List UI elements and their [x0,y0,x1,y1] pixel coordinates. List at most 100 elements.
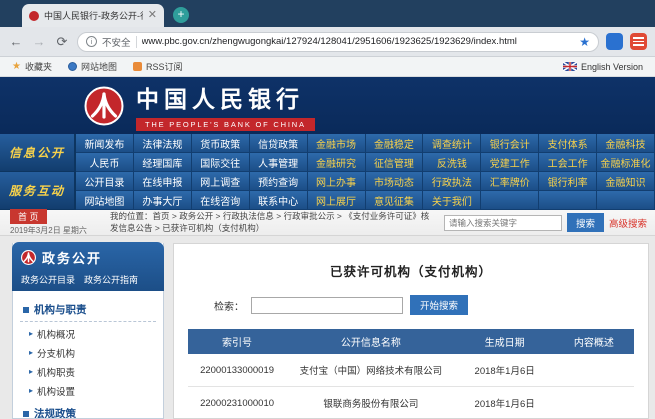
date-cell: 2018年1月6日 [456,387,554,419]
nav-item[interactable]: 银行利率 [539,172,597,191]
nav-item[interactable]: 人事管理 [250,153,308,172]
sidebar-link[interactable]: ▸分支机构 [13,343,163,362]
table-row: 22000133000019支付宝（中国）网络技术有限公司2018年1月6日 [188,354,634,387]
nav-item[interactable]: 人民币 [76,153,134,172]
sidebar-group-heading: 机构与职责 [20,299,156,322]
retrieve-label: 检索： [214,298,244,313]
nav-item[interactable]: 预约查询 [250,172,308,191]
table-header-row: 索引号公开信息名称生成日期内容概述 [188,329,634,354]
main-panel: 已获许可机构（支付机构） 检索： 开始搜索 索引号公开信息名称生成日期内容概述 … [173,243,649,419]
site-name-cn: 中国人民银行 [136,80,315,114]
sidebar-link-catalog[interactable]: 政务公开目录 [21,273,75,286]
date-cell: 2018年1月6日 [456,354,554,387]
browser-tab[interactable]: 中国人民银行-政务公开-行政执法 ✕ [22,4,164,27]
reload-icon[interactable]: ⟳ [54,34,70,50]
nav-item[interactable]: 金融市场 [308,134,366,153]
site-header: 中国人民银行 THE PEOPLE'S BANK OF CHINA [0,77,655,134]
nav-item[interactable]: 金融科技 [597,134,655,153]
nav-item[interactable]: 经理国库 [134,153,192,172]
browser-menu-icon[interactable] [630,33,647,50]
nav-item[interactable]: 联系中心 [250,191,308,210]
nav-item[interactable]: 在线申报 [134,172,192,191]
nav-item[interactable]: 行政执法 [423,172,481,191]
english-version-link[interactable]: English Version [563,62,643,72]
nav-item[interactable]: 党建工作 [481,153,539,172]
nav-item[interactable]: 国际交往 [192,153,250,172]
site-name-block: 中国人民银行 THE PEOPLE'S BANK OF CHINA [136,80,315,132]
nav-grid: 信息公开新闻发布法律法规货币政策信贷政策金融市场金融稳定调查统计银行会计支付体系… [0,134,655,210]
section-bullet-icon [23,411,29,417]
url-text[interactable]: www.pbc.gov.cn/zhengwugongkai/127924/128… [142,36,575,47]
sidebar-header: 政务公开 政务公开目录 政务公开指南 [12,242,164,291]
new-tab-button[interactable]: + [173,7,189,23]
bookmark-label: RSS订阅 [146,60,183,73]
table-body: 22000133000019支付宝（中国）网络技术有限公司2018年1月6日22… [188,354,634,419]
bookmark-item[interactable]: RSS订阅 [133,60,183,73]
advanced-search-link[interactable]: 高级搜索 [609,216,647,230]
info-name-cell[interactable]: 银联商务股份有限公司 [286,387,455,419]
forward-icon[interactable]: → [31,34,47,49]
nav-item[interactable]: 银行会计 [481,134,539,153]
bookmark-star-icon[interactable]: ★ [579,35,590,49]
bookmark-item[interactable]: 网站地图 [68,60,117,73]
info-name-cell[interactable]: 支付宝（中国）网络技术有限公司 [286,354,455,387]
section-bullet-icon [23,307,29,313]
nav-item[interactable]: 关于我们 [423,191,481,210]
summary-cell [554,354,634,387]
nav-item[interactable]: 网上办事 [308,172,366,191]
search-input[interactable] [444,215,562,231]
bookmarks-bar: ★收藏夹 网站地图 RSS订阅 English Version [0,57,655,77]
star-icon: ★ [12,62,21,72]
nav-item[interactable]: 金融研究 [308,153,366,172]
column-header: 公开信息名称 [286,329,455,354]
pbc-emblem-small-icon [21,250,36,265]
nav-item[interactable]: 征信管理 [366,153,424,172]
info-icon[interactable]: i [86,36,97,47]
nav-item[interactable]: 公开目录 [76,172,134,191]
nav-item[interactable]: 在线咨询 [192,191,250,210]
nav-item[interactable]: 金融知识 [597,172,655,191]
nav-item[interactable]: 网站地图 [76,191,134,210]
nav-item[interactable]: 汇率牌价 [481,172,539,191]
tab-close-icon[interactable]: ✕ [148,10,157,21]
nav-item[interactable]: 信贷政策 [250,134,308,153]
index-number-cell: 22000133000019 [188,354,286,387]
sidebar-link[interactable]: ▸机构概况 [13,324,163,343]
sidebar-link[interactable]: ▸机构设置 [13,381,163,400]
rss-icon [133,62,142,71]
nav-item[interactable]: 支付体系 [539,134,597,153]
nav-item[interactable]: 调查统计 [423,134,481,153]
extension-icon[interactable] [606,33,623,50]
nav-item[interactable]: 货币政策 [192,134,250,153]
nav-item[interactable]: 网上展厅 [308,191,366,210]
retrieve-button[interactable]: 开始搜索 [410,295,468,315]
breadcrumb-bar: 首 页 2019年3月2日 星期六 我的位置：首页 > 政务公开 > 行政执法信… [0,210,655,236]
home-button[interactable]: 首 页 [10,209,47,224]
column-header: 索引号 [188,329,286,354]
nav-item[interactable]: 反洗钱 [423,153,481,172]
back-icon[interactable]: ← [8,34,24,49]
browser-toolbar: ← → ⟳ i 不安全 www.pbc.gov.cn/zhengwugongka… [0,27,655,57]
nav-item[interactable]: 金融标准化 [597,153,655,172]
search-button[interactable]: 搜索 [567,213,604,232]
nav-cell-empty [481,191,539,210]
nav-section-label: 服务互动 [0,172,76,210]
address-bar[interactable]: i 不安全 www.pbc.gov.cn/zhengwugongkai/1279… [77,32,599,52]
nav-item[interactable]: 办事大厅 [134,191,192,210]
retrieve-input[interactable] [251,297,403,314]
nav-item[interactable]: 工会工作 [539,153,597,172]
nav-item[interactable]: 意见征集 [366,191,424,210]
sidebar-link[interactable]: ▸机构职责 [13,362,163,381]
bookmark-label: 网站地图 [81,60,117,73]
page-content: 政务公开 政务公开目录 政务公开指南 机构与职责 ▸机构概况▸分支机构▸机构职责▸… [0,236,655,419]
pbc-emblem-icon [84,86,124,126]
site-name-en: THE PEOPLE'S BANK OF CHINA [136,118,315,131]
sidebar-link-guide[interactable]: 政务公开指南 [84,273,138,286]
nav-item[interactable]: 法律法规 [134,134,192,153]
bookmark-item[interactable]: ★收藏夹 [12,60,52,73]
nav-item[interactable]: 市场动态 [366,172,424,191]
nav-item[interactable]: 金融稳定 [366,134,424,153]
nav-item[interactable]: 新闻发布 [76,134,134,153]
breadcrumb[interactable]: 我的位置：首页 > 政务公开 > 行政执法信息 > 行政审批公示 > 《支付业务… [110,211,436,233]
nav-item[interactable]: 网上调查 [192,172,250,191]
